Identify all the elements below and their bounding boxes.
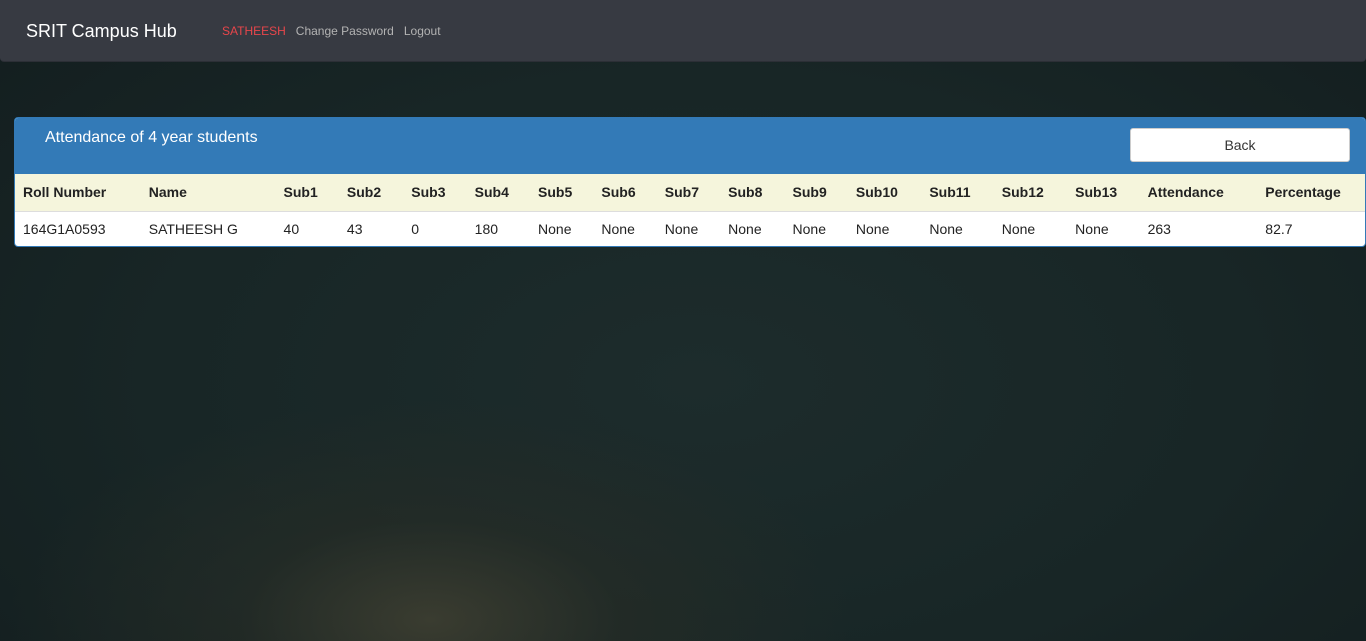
column-header: Sub8 <box>728 184 763 201</box>
column-header: Sub12 <box>1001 184 1044 201</box>
column-header: Sub11 <box>929 184 971 201</box>
table-cell: None <box>664 220 699 237</box>
table-cell: 164G1A0593 <box>23 220 106 237</box>
logout-link[interactable]: Logout <box>404 24 441 38</box>
back-button[interactable]: Back <box>1130 128 1350 162</box>
column-header: Sub10 <box>855 184 898 201</box>
table-cell: None <box>728 220 762 237</box>
column-header: Sub4 <box>474 184 509 201</box>
column-header: Sub13 <box>1075 184 1118 201</box>
column-header: Sub9 <box>792 184 827 201</box>
column-header: Sub1 <box>283 184 318 201</box>
table-header-row: Roll Number Name Sub1 Sub2 Sub3 Sub4 Sub… <box>15 174 1365 211</box>
table-cell: 0 <box>411 220 420 237</box>
nav-links: SATHEESH Change Password Logout <box>222 24 441 38</box>
column-header: Sub2 <box>346 184 382 201</box>
column-header: Sub7 <box>664 184 700 201</box>
change-password-link[interactable]: Change Password <box>296 24 394 38</box>
panel-heading: Attendance of 4 year students Back <box>15 118 1365 174</box>
table-cell: None <box>792 220 826 237</box>
table-cell: 82.7 <box>1265 220 1293 237</box>
table-cell: None <box>929 220 963 237</box>
column-header: Name <box>148 184 187 201</box>
table-cell: None <box>1075 220 1109 237</box>
top-navbar: SRIT Campus Hub SATHEESH Change Password… <box>0 0 1366 62</box>
table-cell: None <box>1001 220 1036 237</box>
brand-link[interactable]: SRIT Campus Hub <box>26 21 177 41</box>
table-cell: 263 <box>1147 220 1171 237</box>
column-header: Attendance <box>1147 184 1224 201</box>
user-link[interactable]: SATHEESH <box>222 24 286 38</box>
table-cell: None <box>855 220 890 237</box>
column-header: Sub3 <box>411 184 446 201</box>
column-header: Sub5 <box>538 184 573 201</box>
table-row: 164G1A0593 SATHEESH G 40 43 0 180 None N… <box>15 211 1365 246</box>
column-header: Percentage <box>1265 184 1341 201</box>
column-header: Sub6 <box>601 184 636 201</box>
panel-title: Attendance of 4 year students <box>45 129 258 146</box>
table-cell: 43 <box>346 220 363 237</box>
table-cell: SATHEESH G <box>148 220 238 237</box>
table-cell: None <box>538 220 572 237</box>
table-cell: None <box>601 220 635 237</box>
table-cell: 180 <box>474 220 499 237</box>
attendance-table: Roll Number Name Sub1 Sub2 Sub3 Sub4 Sub… <box>15 174 1365 246</box>
attendance-panel: Attendance of 4 year students Back Roll … <box>14 117 1366 247</box>
table-cell: 40 <box>283 220 300 237</box>
column-header: Roll Number <box>23 184 107 201</box>
